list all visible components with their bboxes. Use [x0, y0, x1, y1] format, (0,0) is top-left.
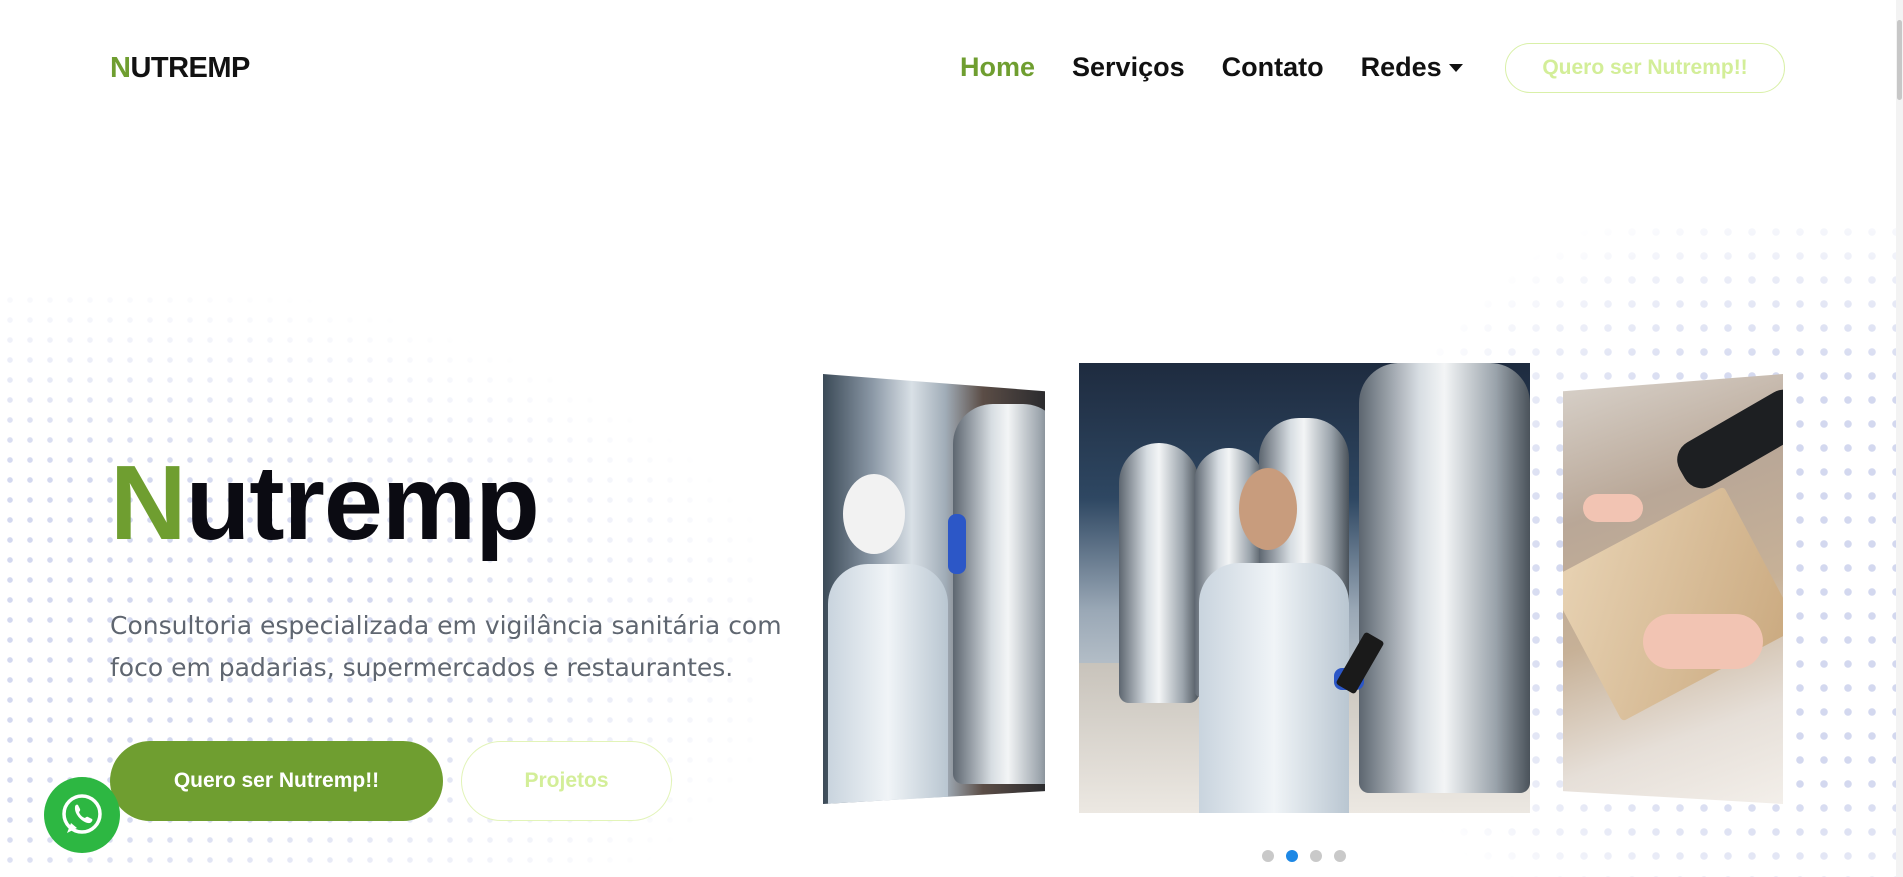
nav-servicos[interactable]: Serviços — [1072, 52, 1185, 83]
worker-head — [1239, 468, 1297, 550]
site-logo[interactable]: NUTREMP — [110, 52, 250, 85]
carousel-indicator-3[interactable] — [1310, 850, 1322, 862]
hand — [1583, 494, 1643, 522]
steel-tank-image — [1119, 443, 1199, 703]
nav-redes-label: Redes — [1360, 52, 1442, 82]
quero-ser-nutremp-button[interactable]: Quero ser Nutremp!! — [110, 741, 443, 821]
steel-tank-image — [1359, 363, 1530, 793]
worker-head-cap — [843, 474, 905, 554]
hand — [1643, 614, 1763, 669]
worker-figure — [1199, 563, 1349, 813]
carousel-slide-prev[interactable] — [823, 374, 1045, 804]
carousel-indicators — [1262, 850, 1358, 862]
main-nav: Home Serviços Contato Redes — [960, 52, 1500, 83]
nav-redes-dropdown[interactable]: Redes — [1361, 52, 1463, 83]
carousel-indicator-1[interactable] — [1262, 850, 1274, 862]
scrollbar-thumb[interactable] — [1897, 20, 1902, 100]
worker-figure — [828, 564, 948, 804]
whatsapp-button[interactable] — [44, 777, 120, 853]
page-scrollbar[interactable] — [1896, 0, 1903, 877]
caret-down-icon — [1448, 63, 1463, 72]
carousel-slide-active[interactable] — [1079, 363, 1530, 813]
carousel-slide-next[interactable] — [1563, 374, 1783, 804]
carousel-indicator-2[interactable] — [1286, 850, 1298, 862]
header-cta-button[interactable]: Quero ser Nutremp!! — [1505, 43, 1785, 93]
image-carousel — [820, 360, 1790, 820]
blue-glove — [948, 514, 966, 574]
sleeve — [1669, 382, 1783, 496]
carousel-indicator-4[interactable] — [1334, 850, 1346, 862]
hero-description: Consultoria especializada em vigilância … — [110, 611, 782, 682]
hero-title: Nutremp — [110, 444, 540, 562]
steel-tank-image — [953, 404, 1045, 784]
whatsapp-icon — [62, 794, 102, 834]
nav-home[interactable]: Home — [960, 52, 1035, 83]
projetos-button[interactable]: Projetos — [461, 741, 672, 821]
nav-contato[interactable]: Contato — [1222, 52, 1324, 83]
